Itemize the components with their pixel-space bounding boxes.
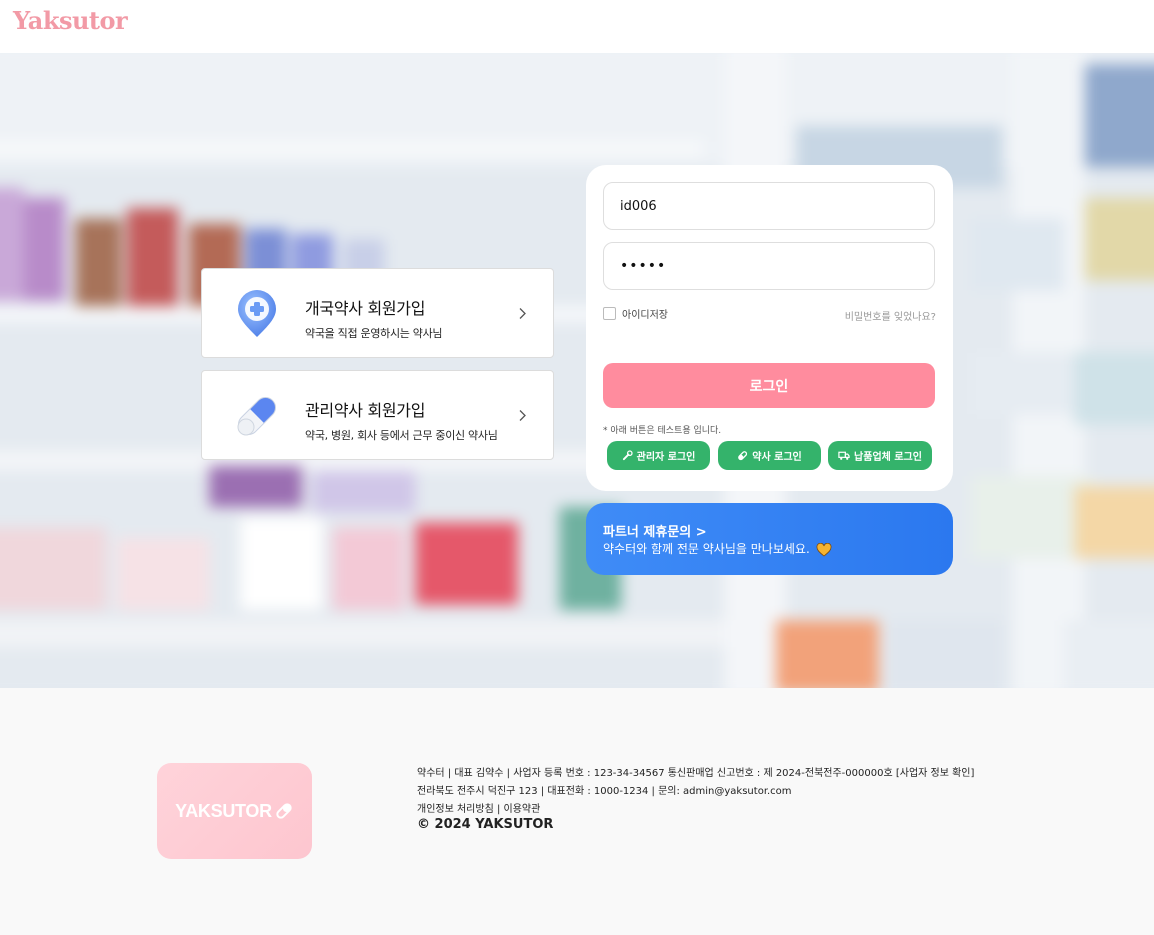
brand-logo[interactable]: Yaksutor [13, 6, 128, 35]
footer-logo: YAKSUTOR [157, 763, 312, 859]
forgot-password-link[interactable]: 비밀번호를 잊었나요? [845, 308, 936, 323]
signup-card-text: 관리약사 회원가입 약국, 병원, 회사 등에서 근무 중이신 약사님 [305, 397, 498, 443]
footer-line-address: 전라북도 전주시 덕진구 123 | 대표전화 : 1000-1234 | 문의… [417, 786, 792, 797]
footer-line-company: 약수터 | 대표 김약수 | 사업자 등록 번호 : 123-34-34567 … [417, 768, 975, 779]
signup-card-subtitle: 약국, 병원, 회사 등에서 근무 중이신 약사님 [305, 429, 498, 442]
remember-id-checkbox[interactable] [603, 307, 616, 320]
signup-card-text: 개국약사 회원가입 약국을 직접 운영하시는 약사님 [305, 295, 443, 341]
top-header: Yaksutor [0, 0, 1154, 53]
footer-logo-text: YAKSUTOR [175, 800, 272, 821]
footer-company-info: 약수터 | 대표 김약수 | 사업자 등록 번호 : 123-34-34567 … [417, 765, 974, 819]
remember-id[interactable]: 아이디저장 [603, 306, 668, 321]
signup-card-managing-pharmacist[interactable]: 관리약사 회원가입 약국, 병원, 회사 등에서 근무 중이신 약사님 [201, 370, 554, 460]
pharmacy-shelves-image [0, 53, 1154, 688]
admin-login-label: 관리자 로그인 [636, 452, 696, 463]
chevron-right-icon [519, 308, 526, 319]
partner-inquiry-banner[interactable]: 파트너 제휴문의 > 약수터와 함께 전문 약사님을 만나보세요. [586, 503, 953, 575]
remember-id-label: 아이디저장 [622, 310, 668, 321]
pharmacy-pin-icon [238, 290, 276, 337]
login-button[interactable]: 로그인 [603, 363, 935, 408]
pharmacist-login-label: 약사 로그인 [752, 452, 802, 463]
truck-icon [838, 451, 850, 460]
partner-subtitle-text: 약수터와 함께 전문 약사님을 만나보세요. [603, 542, 810, 556]
wrench-icon [622, 450, 633, 461]
partner-inquiry-title: 파트너 제휴문의 > [603, 525, 707, 540]
pill-logo-icon [276, 803, 292, 819]
signup-card-title: 개국약사 회원가입 [305, 299, 426, 318]
signup-card-title: 관리약사 회원가입 [305, 401, 426, 420]
heart-hands-icon [816, 542, 832, 557]
signup-card-subtitle: 약국을 직접 운영하시는 약사님 [305, 327, 443, 340]
pill-icon [738, 451, 748, 461]
login-panel: 아이디저장 비밀번호를 잊었나요? 로그인 * 아래 버튼은 테스트용 입니다.… [586, 165, 953, 491]
signup-card-owner-pharmacist[interactable]: 개국약사 회원가입 약국을 직접 운영하시는 약사님 [201, 268, 554, 358]
chevron-right-icon [519, 410, 526, 421]
partner-inquiry-subtitle: 약수터와 함께 전문 약사님을 만나보세요. [603, 540, 832, 557]
user-id-input[interactable] [603, 182, 935, 230]
hero-background [0, 53, 1154, 688]
capsule-icon [237, 397, 276, 436]
admin-login-button[interactable]: 관리자 로그인 [607, 441, 710, 470]
pharmacist-login-button[interactable]: 약사 로그인 [718, 441, 821, 470]
footer-copyright: © 2024 YAKSUTOR [417, 817, 554, 832]
test-note: * 아래 버튼은 테스트용 입니다. [603, 426, 722, 436]
supplier-login-button[interactable]: 납품업체 로그인 [828, 441, 932, 470]
password-input[interactable] [603, 242, 935, 290]
supplier-login-label: 납품업체 로그인 [854, 452, 922, 463]
